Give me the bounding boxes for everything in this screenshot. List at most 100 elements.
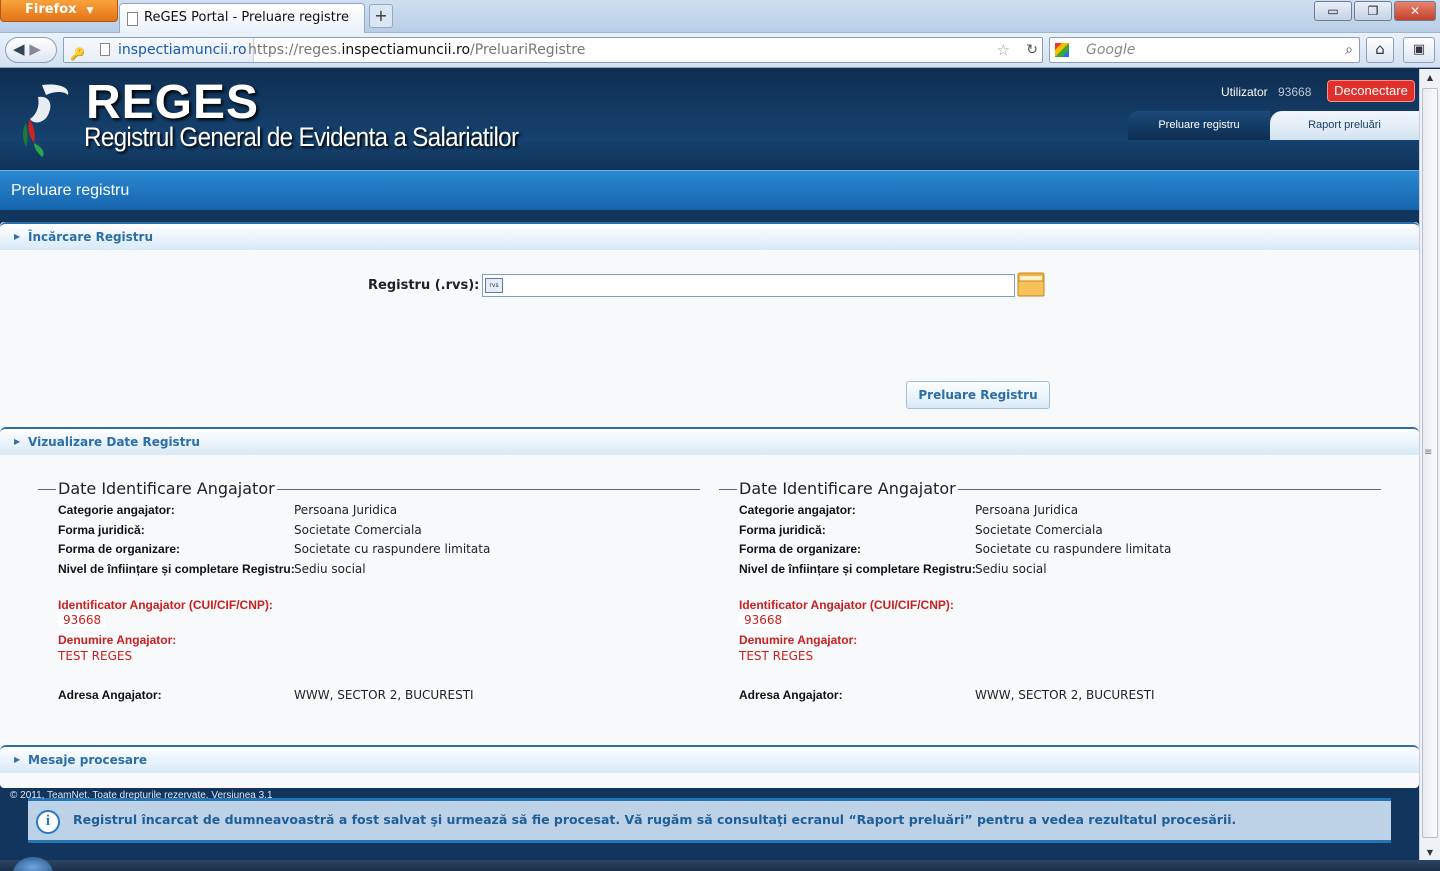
site-identity-label: inspectiamuncii.ro [118,42,247,58]
main-nav: Preluare registru Raport preluări [1128,111,1419,140]
minimize-button[interactable]: ▭ [1314,1,1352,21]
google-icon[interactable] [1055,43,1069,57]
expand-arrow-icon: ▶ [14,232,21,241]
brand-subtitle: Registrul General de Evidenta a Salariat… [84,122,519,152]
site-header: REGES Registrul General de Evidenta a Sa… [0,69,1419,170]
employer-id-value: 93668 [58,613,107,627]
category-label: Categorie angajator: [739,503,856,517]
tab-title: ReGES Portal - Preluare registre [144,10,349,25]
registru-file-input[interactable]: rvs [482,274,1015,297]
address-label: Adresa Angajator: [739,688,843,702]
bookmark-star-icon[interactable]: ☆ [997,38,1010,62]
employer-details-left: Date Identificare Angajator Categorie an… [38,479,700,709]
address-value: WWW, SECTOR 2, BUCURESTI [294,688,474,702]
level-value: Sediu social [294,562,366,576]
browser-tab[interactable]: ReGES Portal - Preluare registre [119,3,365,33]
home-button[interactable]: ⌂ [1366,37,1394,63]
browser-navbar: ◀ ▶ 🔑 inspectiamuncii.ro https://reges.i… [0,33,1440,68]
legal-form-row: Forma juridică: Societate Comerciala [58,523,422,537]
user-id: 93668 [1278,85,1312,99]
restore-button[interactable]: ❐ [1354,1,1392,21]
web-page: REGES Registrul General de Evidenta a Sa… [0,69,1419,871]
org-form-row: Forma de organizare: Societate cu raspund… [739,542,1171,556]
employer-id-value: 93668 [739,613,788,627]
view-section-header[interactable]: ▶ Vizualizare Date Registru [0,427,1419,455]
registru-file-label: Registru (.rvs): [368,278,480,293]
employer-id-row: 93668 [739,613,788,627]
tab-preluare-registru[interactable]: Preluare registru [1128,111,1270,140]
view-section-title: Vizualizare Date Registru [28,435,200,449]
address-bar[interactable]: 🔑 inspectiamuncii.ro https://reges.inspe… [63,37,1043,63]
page-title-bar: Preluare registru [0,170,1419,210]
search-bar[interactable]: Google ⌕ [1049,37,1360,63]
addon-bar-button[interactable]: ▣ [1403,37,1435,63]
reload-icon[interactable]: ↻ [1026,38,1038,62]
user-label: Utilizator [1221,85,1268,99]
legal-form-value: Societate Comerciala [975,523,1103,537]
category-row: Categorie angajator: Persoana Juridica [739,503,1078,517]
back-arrow-icon[interactable]: ◀ [13,40,25,58]
fieldset-legend: Date Identificare Angajator [719,479,1381,499]
home-icon: ⌂ [1375,40,1385,58]
forward-arrow-icon[interactable]: ▶ [29,40,41,58]
search-placeholder: Google [1086,42,1136,58]
level-label: Nivel de înființare și completare Regist… [739,562,976,576]
chevron-down-icon: ▼ [86,6,94,16]
browser-titlebar: Firefox ▼ ReGES Portal - Preluare registr… [0,0,1440,33]
footer-copyright: © 2011, TeamNet. Toate drepturile rezerv… [10,790,273,801]
org-form-value: Societate cu raspundere limitata [975,542,1172,556]
addon-icon: ▣ [1412,42,1426,57]
employer-details-right: Date Identificare Angajator Categorie an… [719,479,1381,709]
page-title: Preluare registru [11,182,130,199]
firefox-menu-button[interactable]: Firefox ▼ [0,0,118,22]
employer-details-title: Date Identificare Angajator [56,479,277,498]
level-label: Nivel de înființare și completare Regist… [58,562,295,576]
search-icon[interactable]: ⌕ [1345,38,1353,62]
org-form-label: Forma de organizare: [58,542,181,556]
firefox-menu-label: Firefox [25,2,77,17]
employer-name-value: TEST REGES [739,649,814,663]
scrollbar-thumb[interactable] [1422,88,1438,838]
upload-section-header[interactable]: ▶ Încărcare Registru [0,222,1419,250]
url-path: /PreluariRegistre [470,42,586,58]
site-identity-button[interactable]: 🔑 inspectiamuncii.ro [64,38,254,62]
legal-form-value: Societate Comerciala [294,523,422,537]
url-text[interactable]: https://reges.inspectiamuncii.ro/Preluar… [248,38,585,62]
back-forward-buttons[interactable]: ◀ ▶ [5,37,57,63]
employer-name-value: TEST REGES [58,649,133,663]
scroll-up-arrow-icon[interactable]: ▲ [1420,69,1440,87]
key-icon: 🔑 [70,47,85,61]
logout-button[interactable]: Deconectare [1327,80,1415,102]
category-row: Categorie angajator: Persoana Juridica [58,503,397,517]
employer-name-label: Denumire Angajator: [58,633,177,647]
info-message-box: i Registrul încarcat de dumneavoastră a … [28,798,1391,843]
page-icon [127,12,138,26]
address-label: Adresa Angajator: [58,688,162,702]
new-tab-button[interactable]: + [369,4,393,28]
start-orb-icon[interactable] [12,857,54,871]
url-prefix: https://reges. [248,42,342,58]
user-panel: Utilizator 93668 Deconectare [1085,69,1419,113]
messages-section-title: Mesaje procesare [28,753,148,767]
address-row: Adresa Angajator: WWW, SECTOR 2, BUCUREST… [58,688,474,702]
close-window-button[interactable]: ✕ [1394,1,1436,21]
folder-browse-icon[interactable] [1017,270,1045,298]
messages-section-header[interactable]: ▶ Mesaje procesare [0,745,1419,773]
category-value: Persoana Juridica [294,503,398,517]
window-controls: ▭ ❐ ✕ [1314,1,1436,21]
expand-arrow-icon: ▶ [14,755,21,764]
tab-raport-preluari[interactable]: Raport preluări [1270,111,1419,140]
level-row: Nivel de înființare și completare Regist… [58,562,366,576]
legal-form-row: Forma juridică: Societate Comerciala [739,523,1103,537]
page-scrollbar[interactable]: ▲ ≡ ▼ [1419,69,1440,862]
address-value: WWW, SECTOR 2, BUCURESTI [975,688,1155,702]
reges-logo-icon [23,84,69,157]
employer-id-label: Identificator Angajator (CUI/CIF/CNP): [58,598,273,612]
os-taskbar [0,857,1440,871]
category-label: Categorie angajator: [58,503,175,517]
rvs-file-icon: rvs [485,278,503,293]
info-icon: i [36,810,60,834]
scrollbar-grip-icon: ≡ [1424,447,1433,458]
preluare-registru-button[interactable]: Preluare Registru [906,381,1050,409]
org-form-value: Societate cu raspundere limitata [294,542,491,556]
